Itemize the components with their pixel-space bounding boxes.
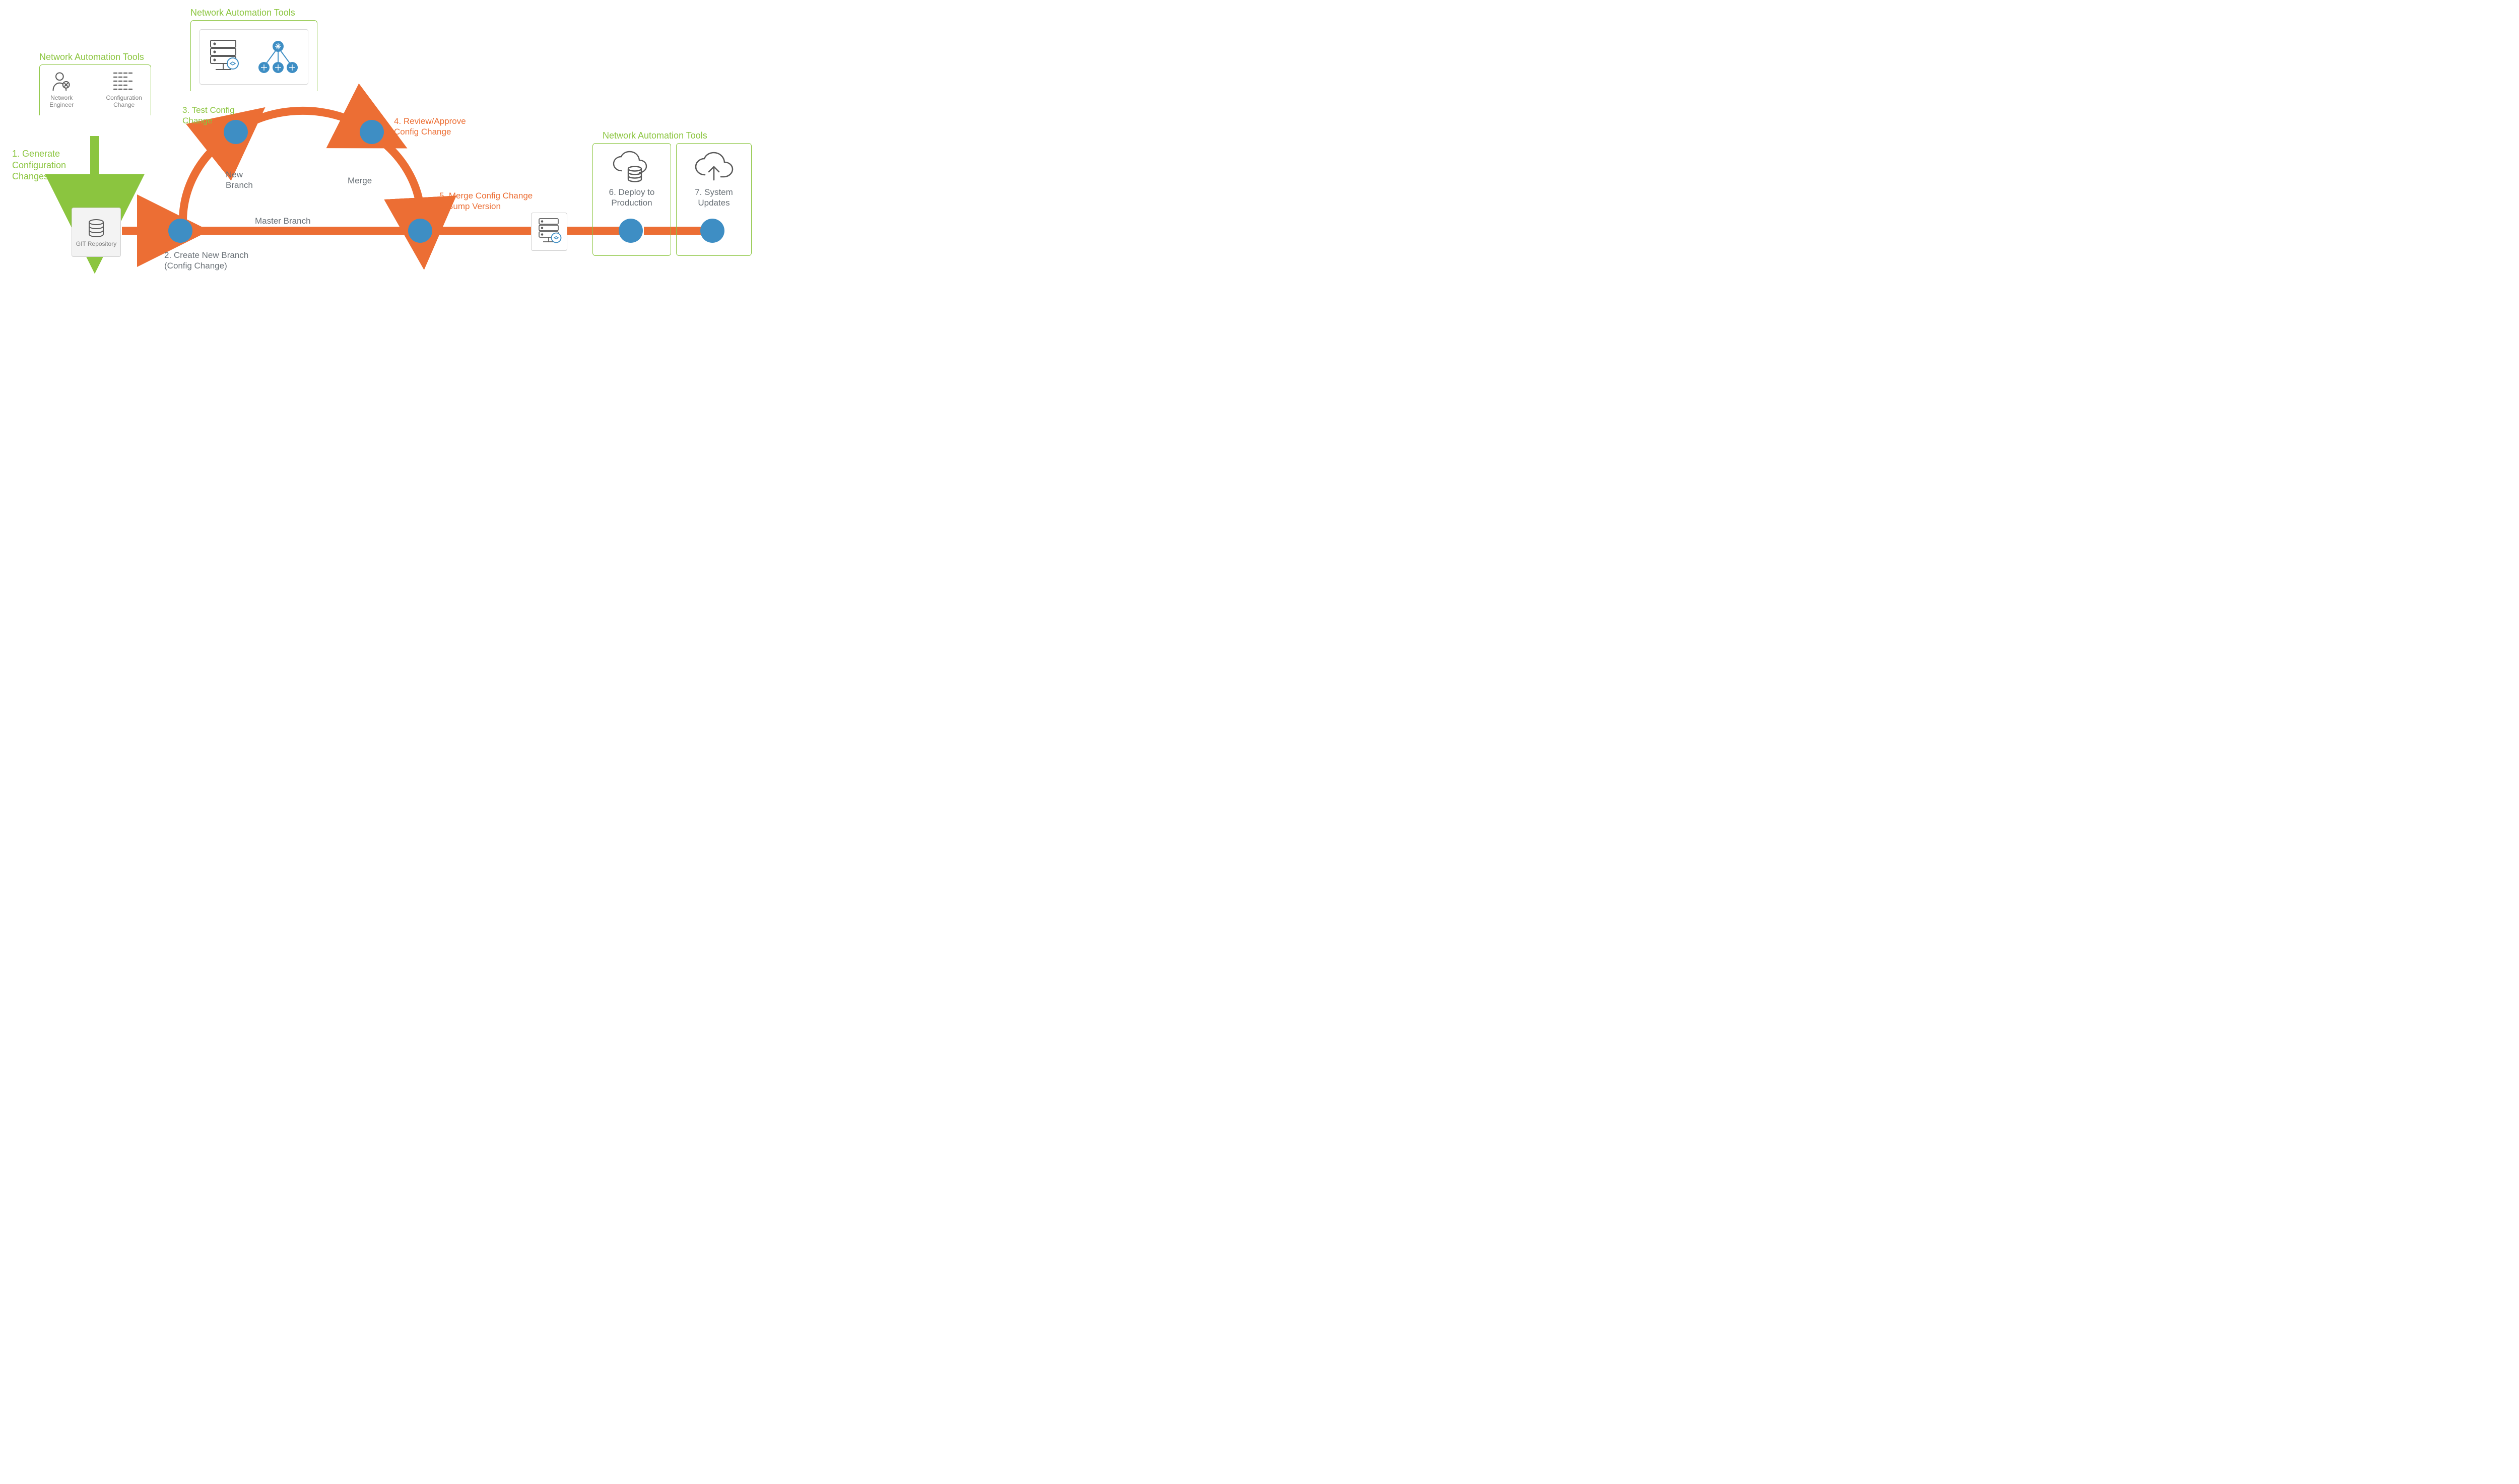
server-rack-badge-icon <box>535 217 563 247</box>
deploy-box: 6. Deploy to Production <box>592 143 671 256</box>
step6-label: 6. Deploy to Production <box>609 187 655 209</box>
new-branch-label: New Branch <box>226 169 253 191</box>
network-topology-icon <box>254 37 302 77</box>
arc-branch-to-test <box>183 141 223 220</box>
cloud-upload-icon <box>692 151 736 184</box>
server-rack-icon <box>206 37 243 77</box>
master-branch-label: Master Branch <box>255 216 311 226</box>
git-repo-caption: GIT Repository <box>76 240 116 247</box>
arc-test-to-review <box>247 111 359 124</box>
step1-label: 1. Generate Configuration Changes <box>12 148 66 182</box>
step7-label: 7. System Updates <box>695 187 733 209</box>
nat-top-title: Network Automation Tools <box>190 7 295 19</box>
node-merge-bump <box>408 219 432 243</box>
engineer-caption: Network Engineer <box>40 94 83 109</box>
git-repository-card: GIT Repository <box>72 208 121 257</box>
nat-left-title: Network Automation Tools <box>39 51 144 63</box>
nat-left-bracket: Network Engineer Configuration Change <box>39 64 151 115</box>
arc-review-to-merge <box>383 142 421 216</box>
step5-label: 5. Merge Config Change & Bump Version <box>439 190 533 212</box>
node-create-branch <box>168 219 192 243</box>
node-review-approve <box>360 120 384 144</box>
nat-top-icons <box>200 29 308 85</box>
automation-server-card <box>531 213 567 251</box>
step3-label: 3. Test Config Change <box>182 105 235 126</box>
nat-right-title: Network Automation Tools <box>603 130 707 142</box>
merge-label: Merge <box>348 175 372 186</box>
step4-label: 4. Review/Approve Config Change <box>394 116 466 138</box>
config-change-text-icon <box>112 70 136 92</box>
cloud-database-icon <box>610 151 654 184</box>
network-engineer-icon <box>50 70 73 92</box>
config-change-caption: Configuration Change <box>97 94 151 109</box>
database-stack-icon <box>86 217 107 238</box>
updates-box: 7. System Updates <box>676 143 752 256</box>
step2-label: 2. Create New Branch (Config Change) <box>164 250 248 272</box>
